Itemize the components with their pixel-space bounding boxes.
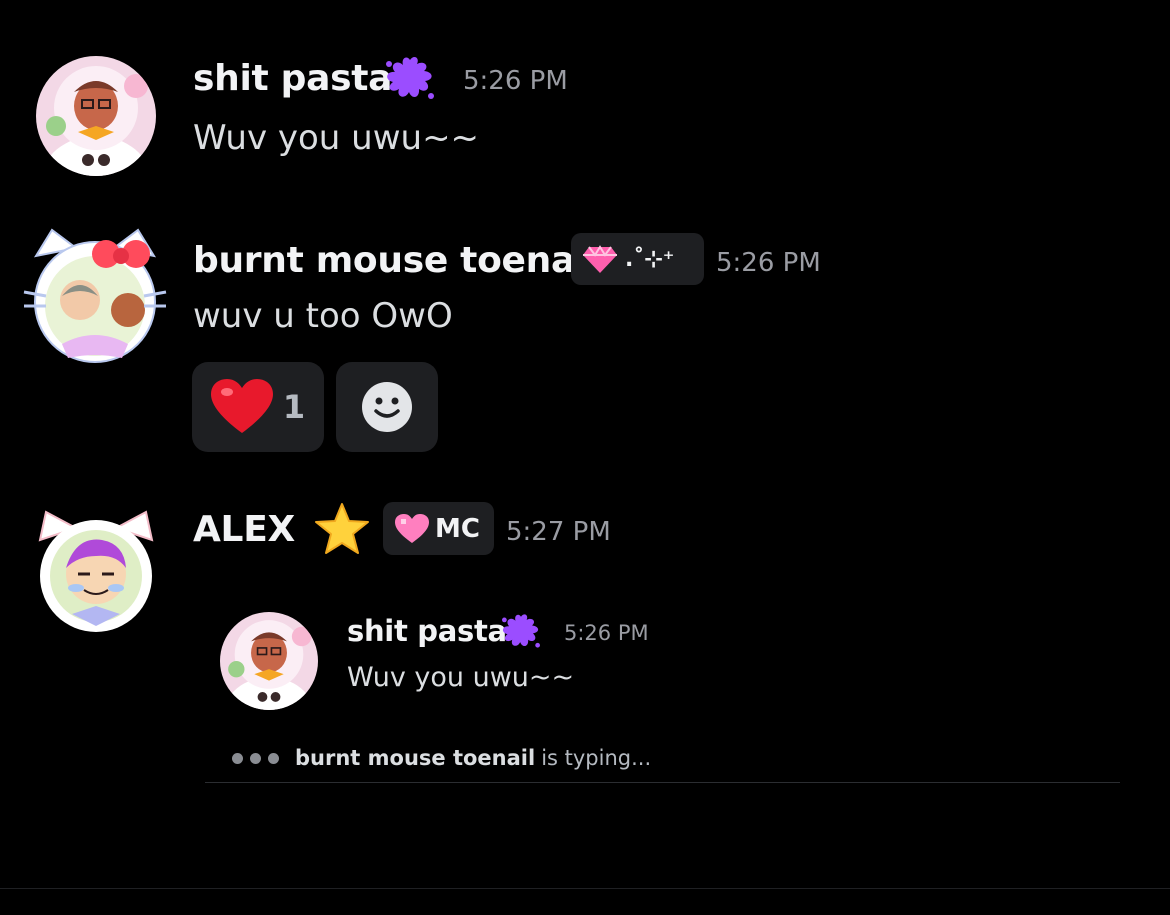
- avatar-shit-pasta[interactable]: [36, 56, 156, 176]
- red-heart-icon: [210, 379, 273, 435]
- embed-timestamp: 5:26 PM: [564, 621, 649, 645]
- user-tag[interactable]: MC: [383, 502, 494, 555]
- typing-user: burnt mouse toenail: [295, 746, 536, 770]
- message-content: Wuv you uwu~~: [193, 118, 480, 158]
- message-author[interactable]: ALEX: [193, 509, 295, 550]
- reaction-heart[interactable]: 1: [192, 362, 324, 452]
- message-timestamp: 5:27 PM: [506, 517, 611, 547]
- message-timestamp: 5:26 PM: [716, 248, 821, 278]
- composer-divider: [0, 888, 1170, 889]
- divider: [205, 782, 1120, 783]
- avatar-image: [38, 510, 154, 632]
- typing-indicator: burnt mouse toenail is typing...: [232, 744, 651, 772]
- message-author[interactable]: burnt mouse toenail: [193, 240, 599, 281]
- purple-splat-icon: [384, 54, 436, 102]
- message-timestamp: 5:26 PM: [463, 66, 568, 96]
- add-reaction-button[interactable]: [336, 362, 438, 452]
- pink-heart-icon: [395, 513, 429, 544]
- star-icon: [314, 502, 370, 556]
- avatar-image: [36, 56, 156, 176]
- user-tag[interactable]: .˚⊹⁺: [571, 233, 704, 285]
- reaction-count: 1: [282, 388, 306, 426]
- avatar-burnt-mouse-toenail[interactable]: [22, 226, 168, 366]
- add-reaction-smiley-icon: [361, 381, 413, 433]
- typing-dots-icon: [232, 752, 279, 764]
- avatar-image: [23, 228, 167, 363]
- message-content: wuv u too OwO: [193, 296, 453, 336]
- embed-author[interactable]: shit pasta: [347, 614, 507, 648]
- embed-content: Wuv you uwu~~: [347, 662, 575, 693]
- user-tag-text: MC: [435, 513, 480, 544]
- message-author[interactable]: shit pasta: [193, 58, 392, 99]
- avatar-alex[interactable]: [36, 510, 156, 632]
- avatar-image: [220, 612, 318, 710]
- pink-gem-icon: [583, 245, 617, 273]
- user-tag-text: .˚⊹⁺: [625, 246, 675, 272]
- typing-suffix: is typing...: [541, 746, 652, 770]
- avatar-shit-pasta-embed[interactable]: [220, 612, 318, 710]
- purple-splat-icon: [500, 612, 542, 650]
